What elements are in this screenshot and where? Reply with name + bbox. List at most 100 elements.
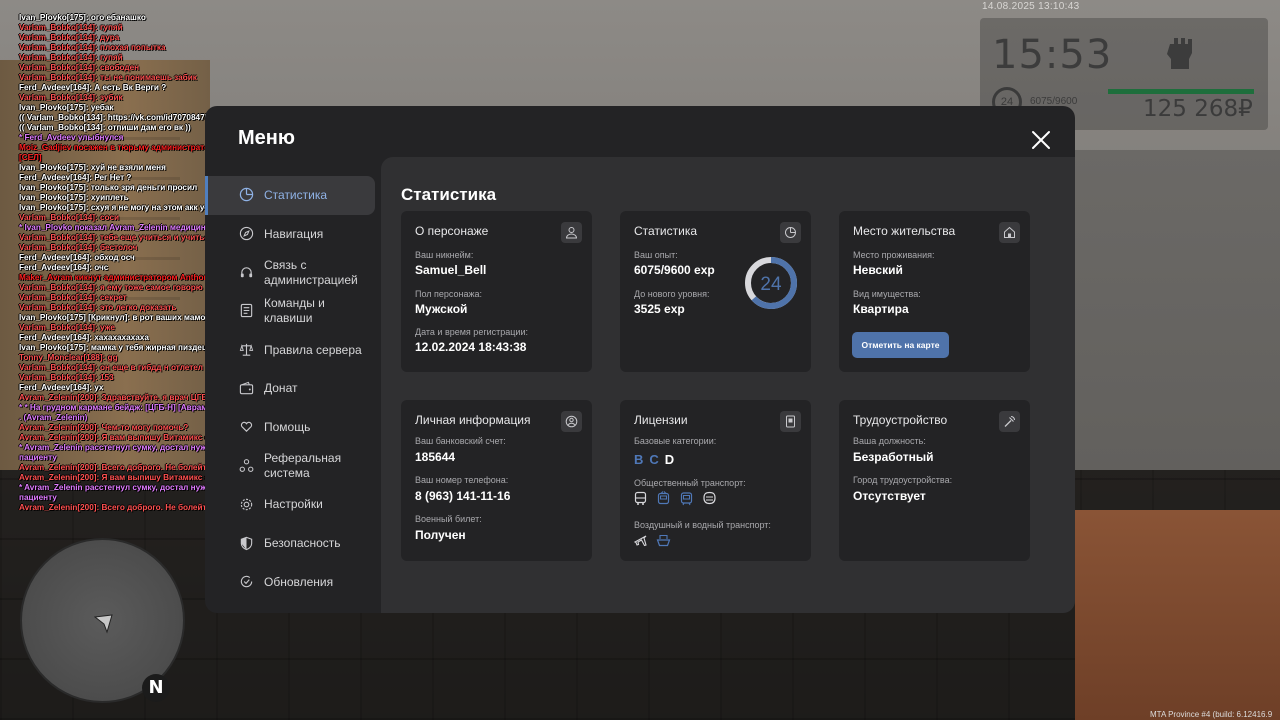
hud-money: 125 268₽: [1143, 96, 1253, 122]
background-wall: [1075, 150, 1280, 510]
chat-line: Varlam_Bobko[134]: зубик: [19, 93, 123, 102]
sidebar-item-updates[interactable]: Обновления: [205, 563, 381, 602]
bank-account-value: 185644: [415, 450, 456, 464]
trolleybus-icon: [657, 491, 670, 505]
card-licenses: Лицензии Базовые категории: BCD Обществе…: [620, 400, 811, 561]
background-brick-wall: [1075, 510, 1280, 720]
exp-value: 6075/9600 exp: [634, 263, 715, 277]
sidebar-item-label: Реферальная система: [264, 451, 342, 481]
air-water-transport-label: Воздушный и водный транспорт:: [634, 520, 771, 530]
content-title: Статистика: [401, 185, 497, 204]
level-progress-ring: 24: [745, 257, 797, 309]
chat-line: Varlam_Bobko[134]: гупяй: [19, 53, 123, 62]
hand-heart-icon: [240, 422, 253, 433]
sidebar-item-label: Навигация: [264, 226, 324, 241]
id-badge-icon: [561, 411, 582, 432]
license-category-c: C: [649, 452, 665, 467]
fist-icon: [1167, 38, 1192, 69]
home-icon: [999, 222, 1020, 243]
sidebar-item-label: Помощь: [264, 419, 311, 434]
exp-label: Ваш опыт:: [634, 250, 678, 260]
chat-line: Varlam_Bobko[134]: плохая попытка: [19, 43, 166, 52]
menu-title: Меню: [238, 127, 295, 149]
chat-line: Varlam_Bobko[134]: дура: [19, 33, 120, 42]
sidebar-item-security[interactable]: Безопасность: [205, 524, 381, 563]
job-city-value: Отсутствует: [853, 489, 926, 503]
refresh-check-icon: [240, 576, 253, 588]
license-categories: BCD: [634, 452, 680, 467]
job-position-label: Ваша должность:: [853, 436, 926, 446]
sidebar-item-label: Правила сервера: [264, 342, 362, 357]
chart-pie-icon: [239, 188, 254, 202]
level-value: 24: [760, 274, 782, 295]
menu-sidebar: Статистика Навигация Связь с администрац…: [205, 176, 381, 602]
card-title: Лицензии: [634, 413, 688, 427]
card-personal-info: Личная информация Ваш банковский счет: 1…: [401, 400, 592, 561]
chart-pie-icon: [780, 222, 801, 243]
tram-icon: [680, 492, 693, 506]
sidebar-item-admin-contact[interactable]: Связь с администрацией: [205, 253, 381, 292]
job-city-label: Город трудоустройства:: [853, 475, 953, 485]
shield-icon: [240, 536, 253, 550]
chat-line: Ferd_Avdeev[164]: А есть Вк Верги ?: [19, 83, 167, 92]
card-title: Место жительства: [853, 224, 956, 238]
next-level-value: 3525 exp: [634, 302, 685, 316]
compass-icon: [239, 226, 254, 241]
sidebar-item-settings[interactable]: Настройки: [205, 486, 381, 525]
license-card-icon: [780, 411, 801, 432]
subway-icon: [703, 491, 716, 505]
sidebar-item-donate[interactable]: Донат: [205, 369, 381, 408]
sidebar-item-label: Донат: [264, 381, 298, 396]
close-icon[interactable]: [1028, 127, 1054, 153]
air-water-transport-icons: [633, 533, 671, 548]
sidebar-item-referral[interactable]: Реферальная система: [205, 447, 381, 486]
sidebar-item-help[interactable]: Помощь: [205, 408, 381, 447]
job-position-value: Безработный: [853, 450, 934, 464]
headset-icon: [240, 267, 253, 277]
card-residence: Место жительства Место проживания: Невск…: [839, 211, 1030, 372]
sidebar-item-rules[interactable]: Правила сервера: [205, 331, 381, 370]
wallet-icon: [239, 381, 254, 394]
chat-line: Varlam_Bobko[134]: свободен: [19, 63, 140, 72]
next-level-label: До нового уровня:: [634, 289, 710, 299]
phone-label: Ваш номер телефона:: [415, 475, 509, 485]
hammer-icon: [999, 411, 1020, 432]
military-id-value: Получен: [415, 528, 466, 542]
keyboard-icon: [240, 304, 253, 318]
player-arrow-icon: [94, 614, 113, 634]
sidebar-item-label: Статистика: [264, 187, 328, 202]
card-title: Личная информация: [415, 413, 531, 427]
bus-icon: [634, 491, 647, 505]
hud-health-bar: [1108, 89, 1254, 94]
chat-line: Varlam_Bobko[134]: ты не понимаешь забик: [19, 73, 197, 82]
card-title: О персонаже: [415, 224, 489, 238]
base-categories-label: Базовые категории:: [634, 436, 717, 446]
mark-on-map-button[interactable]: Отметить на карте: [852, 332, 949, 358]
public-transport-label: Общественный транспорт:: [634, 478, 746, 488]
sidebar-item-statistics[interactable]: Статистика: [205, 176, 375, 215]
scales-icon: [239, 343, 254, 356]
property-type-value: Квартира: [853, 302, 909, 316]
sidebar-item-label: Настройки: [264, 497, 323, 512]
plane-icon: [633, 535, 647, 547]
nickname-value: Samuel_Bell: [415, 263, 487, 277]
sidebar-item-label: Команды и клавиши: [264, 296, 325, 326]
phone-value: 8 (963) 141-11-16: [415, 489, 511, 503]
chat-line: Ivan_Plovko[175]: ого ебанашко: [19, 13, 146, 22]
registration-label: Дата и время регистрации:: [415, 327, 528, 337]
registration-value: 12.02.2024 18:43:38: [415, 340, 527, 354]
build-info: MTA Province #4 (build: 6.12416.9: [1150, 710, 1273, 719]
gender-label: Пол персонажа:: [415, 289, 483, 299]
sidebar-item-navigation[interactable]: Навигация: [205, 215, 381, 254]
sidebar-item-commands[interactable]: Команды и клавиши: [205, 292, 381, 331]
user-icon: [561, 222, 582, 243]
property-type-label: Вид имущества:: [853, 289, 921, 299]
minimap: N: [20, 538, 185, 703]
card-character: О персонаже Ваш никнейм: Samuel_Bell Пол…: [401, 211, 592, 372]
boat-icon: [656, 534, 671, 547]
referral-icon: [239, 459, 254, 473]
residence-place-value: Невский: [853, 263, 903, 277]
gender-value: Мужской: [415, 302, 468, 316]
menu-modal: Меню Статистика Навигация Связь с админи…: [205, 106, 1075, 613]
card-title: Статистика: [634, 224, 698, 238]
